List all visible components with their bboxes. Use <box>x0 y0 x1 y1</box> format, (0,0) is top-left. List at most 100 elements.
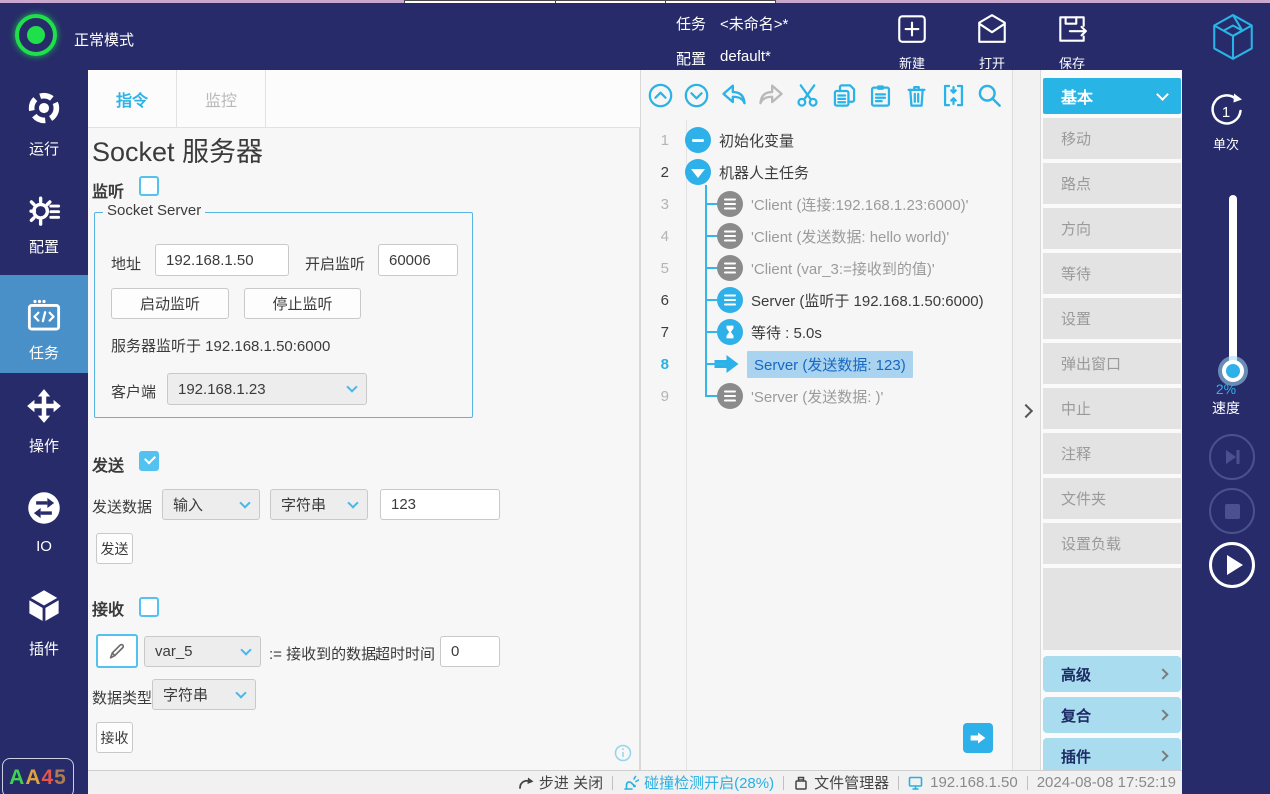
program-row[interactable]: 4 'Client (发送数据: hello world)' <box>641 220 1013 252</box>
palette-item-move[interactable]: 移动 <box>1043 118 1181 159</box>
socket-server-legend: Socket Server <box>103 202 205 219</box>
start-listen-button[interactable]: 启动监听 <box>111 288 229 319</box>
gear-icon[interactable] <box>26 192 62 228</box>
address-input[interactable] <box>155 244 289 276</box>
play-button[interactable] <box>1209 542 1255 588</box>
triangle-down-circle-icon[interactable] <box>685 159 711 185</box>
palette-item-folder[interactable]: 文件夹 <box>1043 478 1181 519</box>
listen-checkbox[interactable] <box>139 176 159 196</box>
program-row[interactable]: 6 Server (监听于 192.168.1.50:6000) <box>641 284 1013 316</box>
chevron-right-icon <box>1157 709 1168 720</box>
port-input[interactable] <box>378 244 458 276</box>
move-arrows-icon[interactable] <box>26 388 62 424</box>
io-exchange-icon[interactable] <box>26 490 62 526</box>
send-type-dropdown[interactable]: 字符串 <box>270 489 368 520</box>
send-source-dropdown[interactable]: 输入 <box>162 489 260 520</box>
sidebar-item-operate[interactable]: 操作 <box>0 435 88 456</box>
delete-icon[interactable] <box>903 82 930 109</box>
collision-icon <box>622 774 639 791</box>
stop-listen-button[interactable]: 停止监听 <box>244 288 361 319</box>
palette-group-plugin[interactable]: 插件 <box>1043 738 1181 770</box>
send-button[interactable]: 发送 <box>96 533 133 564</box>
network-status[interactable]: 192.168.1.50 <box>908 774 1018 791</box>
new-file-icon <box>895 12 929 46</box>
save-task-button[interactable]: 保存 <box>1040 12 1104 72</box>
file-manager-status[interactable]: 文件管理器 <box>793 772 889 793</box>
task-code-icon[interactable] <box>26 297 62 333</box>
palette-group-advanced[interactable]: 高级 <box>1043 656 1181 692</box>
datatype-dropdown[interactable]: 字符串 <box>152 679 256 710</box>
sidebar-item-config[interactable]: 配置 <box>0 236 88 257</box>
goto-current-line-button[interactable] <box>963 723 993 753</box>
search-icon[interactable] <box>976 82 1003 109</box>
menu-circle-icon[interactable] <box>717 383 743 409</box>
client-dropdown[interactable]: 192.168.1.23 <box>167 373 367 405</box>
mode-label: 正常模式 <box>74 29 134 50</box>
collision-status[interactable]: 碰撞检测开启(28%) <box>622 772 774 793</box>
menu-circle-icon[interactable] <box>717 287 743 313</box>
new-task-button[interactable]: 新建 <box>880 12 944 72</box>
single-run-icon[interactable]: 1 <box>1205 90 1247 132</box>
paste-icon[interactable] <box>867 82 894 109</box>
menu-circle-icon[interactable] <box>717 191 743 217</box>
chevron-down-icon <box>240 644 251 655</box>
redo-icon[interactable] <box>757 81 785 109</box>
program-row[interactable]: 3 'Client (连接:192.168.1.23:6000)' <box>641 188 1013 220</box>
plugin-cube-icon[interactable] <box>26 588 62 624</box>
program-row[interactable]: 9 'Server (发送数据: )' <box>641 380 1013 412</box>
run-icon[interactable] <box>26 90 62 126</box>
menu-circle-icon[interactable] <box>717 223 743 249</box>
expand-all-icon[interactable] <box>683 82 710 109</box>
info-icon[interactable] <box>614 744 632 762</box>
timeout-input[interactable] <box>440 636 500 667</box>
task-name[interactable]: <未命名>* <box>720 13 788 34</box>
robot-status-icon[interactable] <box>15 14 57 56</box>
receive-var-dropdown[interactable]: var_5 <box>144 636 261 667</box>
program-row[interactable]: 5 'Client (var_3:=接收到的值)' <box>641 252 1013 284</box>
copy-icon[interactable] <box>831 82 858 109</box>
palette-item-waypoint[interactable]: 路点 <box>1043 163 1181 204</box>
open-task-button[interactable]: 打开 <box>960 12 1024 72</box>
program-row-selected[interactable]: 8 Server (发送数据: 123) <box>641 348 1013 380</box>
step-mode-status[interactable]: 步进 关闭 <box>518 772 603 793</box>
sidebar-item-io[interactable]: IO <box>0 538 88 555</box>
tab-instruction[interactable]: 指令 <box>88 70 177 128</box>
palette-category-basic[interactable]: 基本 <box>1043 78 1181 114</box>
edit-variable-button[interactable] <box>96 634 138 668</box>
sidebar-item-plugin[interactable]: 插件 <box>0 638 88 659</box>
collapse-all-icon[interactable] <box>647 82 674 109</box>
menu-circle-icon[interactable] <box>717 255 743 281</box>
stop-button[interactable] <box>1209 488 1255 534</box>
program-row[interactable]: 1 初始化变量 <box>641 124 1013 156</box>
cut-icon[interactable] <box>794 82 821 109</box>
palette-item-set[interactable]: 设置 <box>1043 298 1181 339</box>
address-label: 地址 <box>111 253 141 274</box>
user-badge[interactable]: A A 4 5 <box>2 758 74 794</box>
palette-item-payload[interactable]: 设置负载 <box>1043 523 1181 564</box>
send-checkbox[interactable] <box>139 451 159 471</box>
minus-circle-icon[interactable] <box>685 127 711 153</box>
undo-icon[interactable] <box>720 81 748 109</box>
palette-item-popup[interactable]: 弹出窗口 <box>1043 343 1181 384</box>
program-row[interactable]: 2 机器人主任务 <box>641 156 1013 188</box>
speed-label: 速度 <box>1182 398 1270 418</box>
sidebar-item-task[interactable]: 任务 <box>0 342 88 363</box>
palette-item-wait[interactable]: 等待 <box>1043 253 1181 294</box>
speed-slider-thumb[interactable] <box>1222 360 1244 382</box>
config-name[interactable]: default* <box>720 48 771 69</box>
step-forward-button[interactable] <box>1209 434 1255 480</box>
tab-monitor[interactable]: 监控 <box>177 70 266 128</box>
palette-item-direction[interactable]: 方向 <box>1043 208 1181 249</box>
palette-expander[interactable] <box>1012 70 1040 770</box>
program-row[interactable]: 7 等待 : 5.0s <box>641 316 1013 348</box>
fold-icon[interactable] <box>940 82 967 109</box>
receive-checkbox[interactable] <box>139 597 159 617</box>
receive-button[interactable]: 接收 <box>96 722 133 753</box>
hourglass-circle-icon[interactable] <box>717 319 743 345</box>
sidebar-item-run[interactable]: 运行 <box>0 138 88 159</box>
palette-item-comment[interactable]: 注释 <box>1043 433 1181 474</box>
send-data-input[interactable] <box>380 489 500 520</box>
palette-item-abort[interactable]: 中止 <box>1043 388 1181 429</box>
speed-slider-track[interactable] <box>1229 195 1237 377</box>
palette-group-composite[interactable]: 复合 <box>1043 697 1181 733</box>
